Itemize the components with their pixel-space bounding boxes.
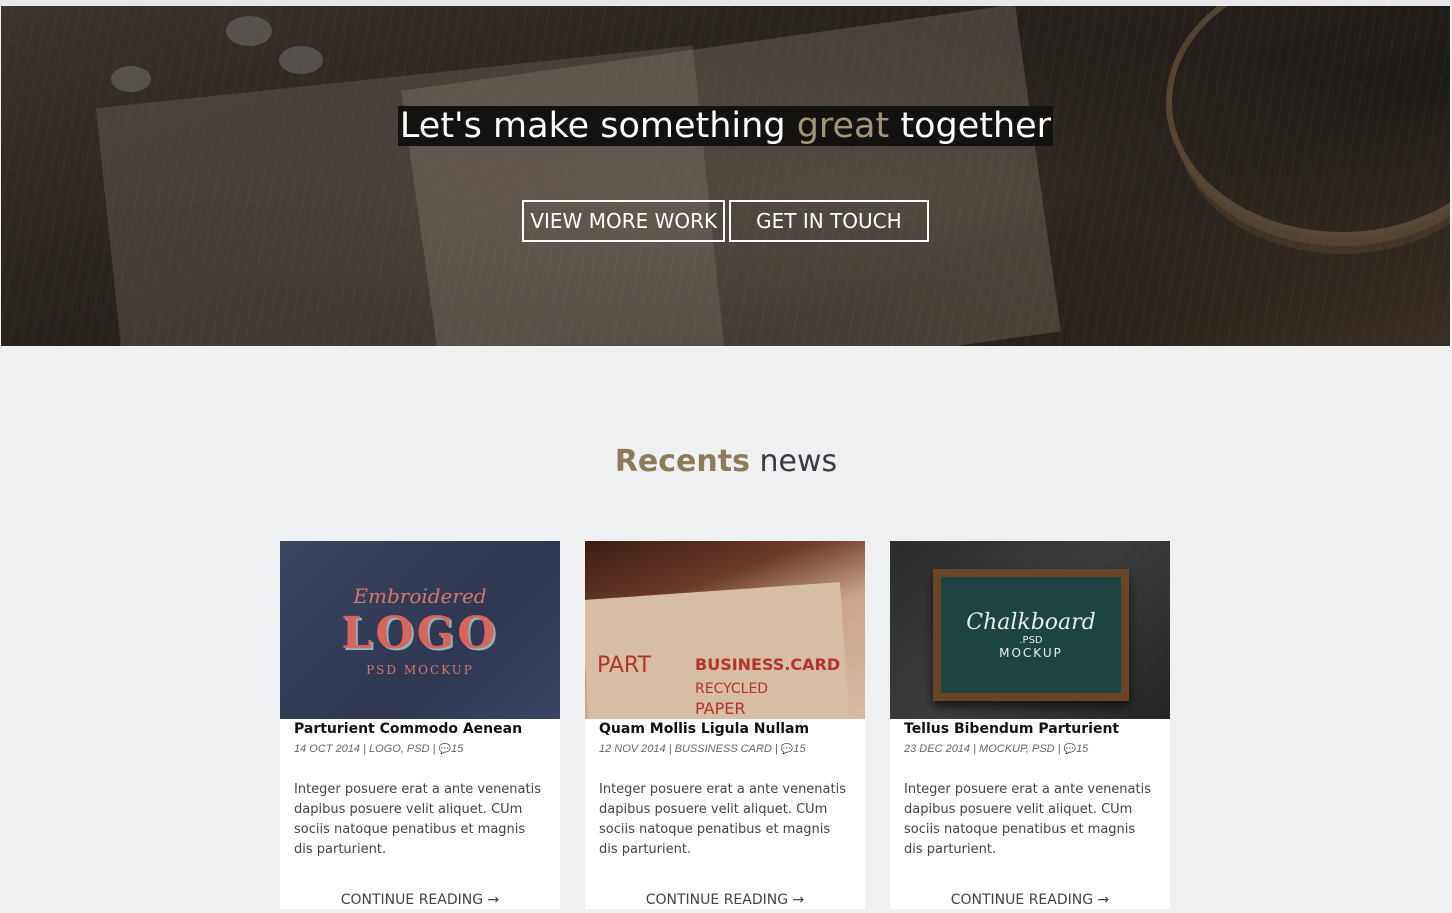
news-card-date: 14 OCT 2014 bbox=[294, 743, 361, 755]
comment-icon: 💬 bbox=[780, 744, 794, 755]
image-text: PAPER bbox=[695, 699, 746, 718]
news-card-excerpt: Integer posuere erat a ante venenatis da… bbox=[599, 782, 846, 857]
news-card: Chalkboard .PSD MOCKUP Tellus Bibendum P… bbox=[890, 541, 1170, 909]
news-card-image[interactable]: PART BUSINESS.CARD RECYCLED PAPER bbox=[585, 541, 865, 719]
image-chalkboard: Chalkboard .PSD MOCKUP bbox=[933, 569, 1129, 701]
hero-background-coin bbox=[279, 46, 323, 74]
news-card-date: 23 DEC 2014 bbox=[904, 743, 971, 755]
image-text: PSD MOCKUP bbox=[366, 662, 474, 677]
news-card-comments[interactable]: 15 bbox=[1076, 743, 1088, 755]
hero-title-accent: great bbox=[796, 106, 890, 146]
hero-title-pre: Let's make something bbox=[399, 106, 797, 146]
image-text: BUSINESS.CARD bbox=[695, 655, 841, 674]
image-text: Chalkboard bbox=[966, 610, 1096, 635]
image-text: MOCKUP bbox=[999, 646, 1063, 660]
news-card-title[interactable]: Tellus Bibendum Parturient bbox=[904, 721, 1156, 737]
news-card: PART BUSINESS.CARD RECYCLED PAPER Quam M… bbox=[585, 541, 865, 909]
image-text: LOGO bbox=[341, 607, 499, 659]
news-card-categories[interactable]: MOCKUP, PSD bbox=[979, 743, 1055, 755]
news-card-excerpt: Integer posuere erat a ante venenatis da… bbox=[294, 782, 541, 857]
image-text: Embroidered bbox=[353, 583, 487, 608]
continue-reading-link[interactable]: CONTINUE READING → bbox=[890, 891, 1170, 909]
news-card-meta: 14 OCT 2014 | LOGO, PSD | 💬15 bbox=[294, 743, 464, 755]
hero-background-coin bbox=[226, 16, 272, 46]
section-title-rest: news bbox=[749, 444, 838, 479]
image-text: RECYCLED bbox=[695, 681, 769, 697]
news-card-categories[interactable]: LOGO, PSD bbox=[369, 743, 430, 755]
news-card-excerpt: Integer posuere erat a ante venenatis da… bbox=[904, 782, 1151, 857]
news-card-categories[interactable]: BUSSINESS CARD bbox=[675, 743, 772, 755]
hero-buttons: VIEW MORE WORK GET IN TOUCH bbox=[1, 200, 1450, 242]
news-card-title[interactable]: Quam Mollis Ligula Nullam bbox=[599, 721, 851, 737]
view-more-work-button[interactable]: VIEW MORE WORK bbox=[522, 200, 726, 242]
news-cards: Embroidered LOGO PSD MOCKUP Parturient C… bbox=[280, 541, 1170, 913]
news-card-date: 12 NOV 2014 bbox=[599, 743, 666, 755]
news-card-meta: 23 DEC 2014 | MOCKUP, PSD | 💬15 bbox=[904, 743, 1089, 755]
image-text: PART bbox=[597, 653, 652, 678]
hero-title-text: Let's make something great together bbox=[397, 106, 1054, 146]
news-card-meta: 12 NOV 2014 | BUSSINESS CARD | 💬15 bbox=[599, 743, 806, 755]
section-title-accent: Recents bbox=[614, 444, 750, 479]
continue-reading-link[interactable]: CONTINUE READING → bbox=[585, 891, 865, 909]
news-card: Embroidered LOGO PSD MOCKUP Parturient C… bbox=[280, 541, 560, 909]
comment-icon: 💬 bbox=[438, 744, 451, 755]
hero-title: Let's make something great together bbox=[1, 106, 1450, 146]
news-card-image[interactable]: Embroidered LOGO PSD MOCKUP bbox=[280, 541, 560, 719]
hero-title-post: together bbox=[889, 106, 1052, 146]
continue-reading-link[interactable]: CONTINUE READING → bbox=[280, 891, 560, 909]
hero-background-coin bbox=[111, 66, 151, 92]
comment-icon: 💬 bbox=[1063, 744, 1077, 755]
section-title: Recents news bbox=[0, 444, 1452, 479]
image-logo-mockup: Embroidered LOGO PSD MOCKUP bbox=[280, 541, 560, 719]
get-in-touch-button[interactable]: GET IN TOUCH bbox=[729, 200, 929, 242]
news-card-comments[interactable]: 15 bbox=[793, 743, 805, 755]
hero-banner: Let's make something great together VIEW… bbox=[1, 6, 1450, 346]
news-card-image[interactable]: Chalkboard .PSD MOCKUP bbox=[890, 541, 1170, 719]
news-card-title[interactable]: Parturient Commodo Aenean bbox=[294, 721, 546, 737]
image-text: .PSD bbox=[1019, 635, 1043, 646]
news-card-comments[interactable]: 15 bbox=[451, 743, 463, 755]
